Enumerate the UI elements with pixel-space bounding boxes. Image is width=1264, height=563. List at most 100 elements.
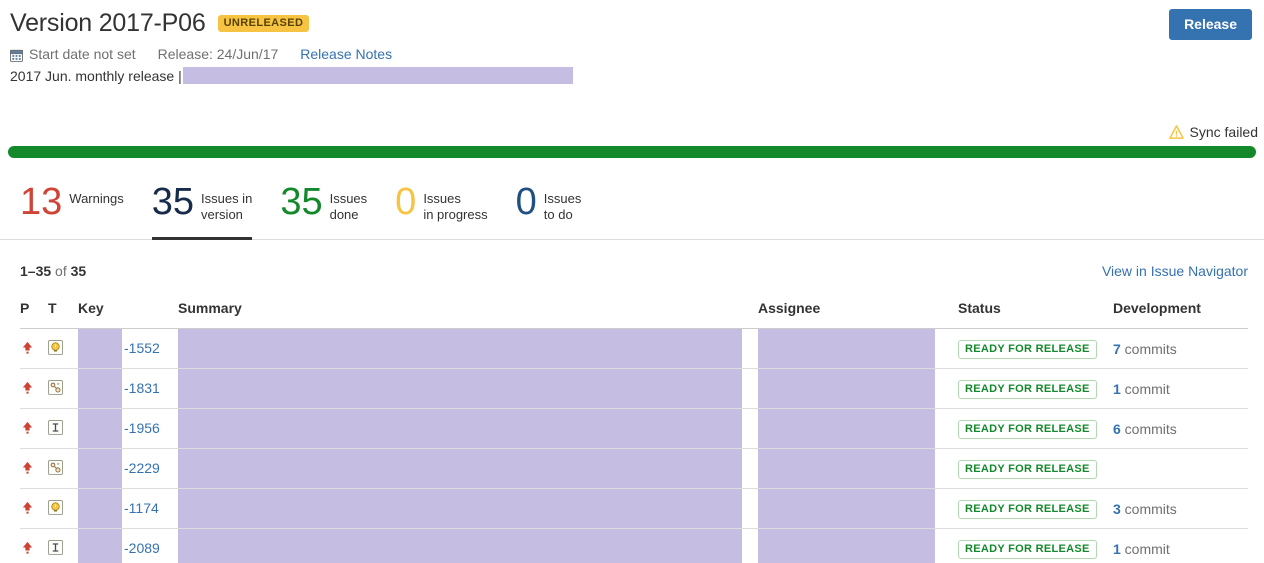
redacted-assignee — [758, 489, 935, 528]
development-commits-link[interactable]: 7 commits — [1113, 341, 1177, 357]
summary-cell — [178, 369, 758, 408]
redacted-summary — [178, 529, 742, 563]
tab-issues-in-progress[interactable]: 0 Issues in progress — [381, 172, 501, 240]
issues-table-body: -1552 READY FOR RELEASE 7 commits -1831 READ… — [20, 328, 1248, 563]
table-row[interactable]: -1956 READY FOR RELEASE 6 commits — [20, 408, 1248, 449]
assignee-cell — [758, 489, 958, 528]
stat-label-line2: version — [201, 207, 243, 222]
development-commits-link[interactable]: 1 commit — [1113, 541, 1170, 557]
development-commits-link[interactable]: 6 commits — [1113, 421, 1177, 437]
cell-priority — [20, 488, 48, 529]
major-up-arrow-icon — [20, 340, 48, 358]
column-header-summary[interactable]: Summary — [178, 300, 758, 329]
stat-label-line1: Issues — [423, 191, 461, 206]
cell-status: READY FOR RELEASE — [958, 328, 1113, 369]
redacted-project-key — [78, 449, 122, 488]
development-commits-link[interactable]: 3 commits — [1113, 501, 1177, 517]
version-detail-page: Version 2017-P06 UNRELEASED Start date n… — [0, 0, 1264, 563]
release-button[interactable]: Release — [1169, 9, 1252, 40]
column-header-status[interactable]: Status — [958, 300, 1113, 329]
table-header-row: P T Key Summary Assignee Status Developm… — [20, 300, 1248, 329]
tab-issues-in-version[interactable]: 35 Issues in version — [138, 172, 267, 240]
issues-table: P T Key Summary Assignee Status Developm… — [20, 300, 1248, 563]
cell-development: 7 commits — [1113, 328, 1248, 369]
column-header-type[interactable]: T — [48, 300, 78, 329]
tab-issues-done[interactable]: 35 Issues done — [266, 172, 381, 240]
redacted-project-key — [78, 409, 122, 448]
issue-key-link[interactable]: -1174 — [124, 500, 159, 516]
key-cell: -1552 — [78, 329, 178, 368]
issue-key-link[interactable]: -1956 — [124, 420, 160, 436]
redacted-assignee — [758, 449, 935, 488]
redacted-description — [182, 67, 573, 84]
stat-value-warnings: 13 — [20, 181, 63, 223]
commit-label: commits — [1120, 340, 1177, 357]
cell-type — [48, 328, 78, 369]
column-header-development[interactable]: Development — [1113, 300, 1248, 329]
tab-issues-to-do[interactable]: 0 Issues to do — [502, 172, 596, 240]
major-up-arrow-icon — [20, 380, 48, 398]
list-header-row: 1–35 of 35 View in Issue Navigator — [0, 241, 1264, 279]
issue-key-link[interactable]: -2089 — [124, 540, 160, 556]
stat-label-line2: to do — [543, 207, 573, 222]
redacted-summary — [178, 449, 742, 488]
stat-label-line1: Warnings — [69, 191, 124, 206]
column-header-assignee[interactable]: Assignee — [758, 300, 958, 329]
commit-label: commits — [1120, 500, 1177, 517]
page-title: Version 2017-P06 — [10, 9, 206, 37]
redacted-project-key — [78, 369, 122, 408]
issue-key-link[interactable]: -1831 — [124, 380, 160, 396]
cell-assignee — [758, 328, 958, 369]
cell-priority — [20, 448, 48, 489]
table-row[interactable]: -1831 READY FOR RELEASE 1 commit — [20, 368, 1248, 409]
result-count: 1–35 of 35 — [20, 263, 86, 279]
stat-label-line2: in progress — [423, 207, 488, 222]
cell-type — [48, 528, 78, 563]
redacted-summary — [178, 369, 742, 408]
sync-status: Sync failed — [1168, 124, 1258, 140]
issue-key-link[interactable]: -2229 — [124, 460, 160, 476]
tab-warnings[interactable]: 13 Warnings — [0, 172, 138, 240]
issue-status-badge: READY FOR RELEASE — [958, 419, 1097, 439]
redacted-summary — [178, 409, 742, 448]
column-header-priority[interactable]: P — [20, 300, 48, 329]
development-commits-link[interactable]: 1 commit — [1113, 381, 1170, 397]
release-date-text: Release: 24/Jun/17 — [157, 46, 279, 62]
table-row[interactable]: -2229 READY FOR RELEASE — [20, 448, 1248, 489]
table-row[interactable]: -1552 READY FOR RELEASE 7 commits — [20, 328, 1248, 369]
commit-count: 7 — [1113, 340, 1121, 357]
stat-label-issues-done: Issues done — [330, 182, 368, 223]
redacted-assignee — [758, 369, 935, 408]
cell-status: READY FOR RELEASE — [958, 528, 1113, 563]
stat-value-issues-in-version: 35 — [151, 181, 194, 223]
redacted-project-key — [78, 529, 122, 563]
release-notes-link[interactable]: Release Notes — [300, 46, 392, 62]
issue-key-link[interactable]: -1552 — [124, 340, 160, 356]
view-in-issue-navigator-link[interactable]: View in Issue Navigator — [1102, 263, 1248, 279]
result-of: of — [51, 263, 71, 279]
stat-value-issues-in-progress: 0 — [395, 181, 417, 223]
table-row[interactable]: -2089 READY FOR RELEASE 1 commit — [20, 528, 1248, 563]
key-cell: -1831 — [78, 369, 178, 408]
redacted-project-key — [78, 329, 122, 368]
issue-status-badge: READY FOR RELEASE — [958, 539, 1097, 559]
redacted-summary — [178, 489, 742, 528]
cell-summary — [178, 408, 758, 449]
cell-development: 1 commit — [1113, 528, 1248, 563]
stat-value-issues-done: 35 — [280, 181, 323, 223]
cell-development: 6 commits — [1113, 408, 1248, 449]
stat-label-line1: Issues — [329, 191, 368, 206]
table-row[interactable]: -1174 READY FOR RELEASE 3 commits — [20, 488, 1248, 529]
summary-cell — [178, 489, 758, 528]
stat-label-issues-to-do: Issues to do — [544, 182, 582, 223]
improvement-lightbulb-icon — [48, 499, 78, 518]
stat-value-issues-to-do: 0 — [515, 181, 537, 223]
cell-type — [48, 488, 78, 529]
cell-priority — [20, 328, 48, 369]
description-text: 2017 Jun. monthly release | — [10, 67, 182, 84]
summary-cell — [178, 409, 758, 448]
assignee-cell — [758, 409, 958, 448]
story-icon — [48, 379, 78, 398]
column-header-key[interactable]: Key — [78, 300, 178, 329]
key-cell: -1956 — [78, 409, 178, 448]
